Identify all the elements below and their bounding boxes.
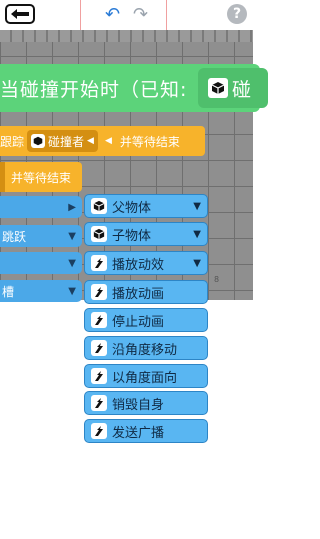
collision-event-block[interactable]: 当碰撞开始时（已知: 碰 — [0, 64, 268, 112]
arrow-left-icon — [11, 9, 29, 19]
collider-label: 碰撞者 — [48, 134, 85, 149]
menu-item-stop-animation[interactable]: 停止动画 — [84, 308, 208, 332]
wait-action-block[interactable]: 并等待结束 — [0, 162, 82, 192]
menu-item-label: 子物体 — [112, 228, 152, 244]
menu-item-parent-object[interactable]: 父物体 ▼ — [84, 194, 208, 218]
sprite-icon — [91, 395, 107, 411]
menu-item-move-at-angle[interactable]: 沿角度移动 — [84, 336, 208, 360]
help-label: ? — [232, 6, 242, 22]
caret-right-icon: ▶ — [68, 201, 76, 213]
block-notch — [0, 162, 5, 192]
blue-dropdown-block[interactable]: 跳跃 ▼ — [0, 225, 82, 247]
caret-down-icon: ▼ — [193, 228, 201, 240]
blue-dropdown-block[interactable]: ▼ — [0, 252, 82, 274]
event-object-label: 碰 — [232, 78, 252, 101]
back-button[interactable] — [5, 4, 35, 24]
menu-item-label: 父物体 — [112, 200, 152, 216]
follow-label: 跟踪 — [0, 134, 25, 149]
top-toolbar: ↶ ↷ ? — [0, 0, 253, 30]
menu-item-label: 播放动效 — [112, 257, 165, 273]
event-text: 当碰撞开始时（已知: — [0, 78, 188, 101]
collider-dropdown[interactable]: 碰撞者 ◀ — [27, 130, 98, 152]
menu-item-destroy-self[interactable]: 销毁自身 — [84, 391, 208, 415]
blue-dropdown-block[interactable]: 槽 ▼ — [0, 280, 82, 302]
caret-down-icon: ▼ — [68, 285, 76, 297]
menu-item-play-animation[interactable]: 播放动画 — [84, 280, 208, 304]
menu-item-label: 沿角度移动 — [112, 342, 178, 358]
help-button[interactable]: ? — [227, 4, 247, 24]
menu-item-label: 销毁自身 — [112, 397, 165, 413]
menu-item-label: 播放动画 — [112, 286, 165, 302]
code-workspace[interactable]: 8 当碰撞开始时（已知: 碰 跟踪 碰撞者 ◀ ◀ 并等待结束 并等待结束 ▶ — [0, 30, 268, 539]
wait-label: 并等待结束 — [11, 170, 72, 185]
cube-icon — [91, 198, 107, 214]
wait-label: 并等待结束 — [119, 134, 180, 149]
follow-action-block[interactable]: 跟踪 碰撞者 ◀ ◀ 并等待结束 — [0, 126, 205, 156]
triangle-left-icon: ◀ — [87, 136, 94, 146]
sprite-icon — [91, 255, 107, 271]
menu-item-label: 停止动画 — [112, 314, 165, 330]
menu-item-child-object[interactable]: 子物体 ▼ — [84, 222, 208, 246]
sprite-icon — [91, 284, 107, 300]
caret-down-icon: ▼ — [68, 257, 76, 269]
menu-item-play-effect[interactable]: 播放动效 ▼ — [84, 251, 208, 275]
guide-line — [80, 0, 81, 30]
guide-line — [166, 0, 167, 30]
caret-down-icon: ▼ — [193, 257, 201, 269]
undo-icon[interactable]: ↶ — [105, 6, 120, 24]
sprite-icon — [91, 312, 107, 328]
redo-icon[interactable]: ↷ — [133, 6, 148, 24]
cube-icon — [91, 226, 107, 242]
caret-down-icon: ▼ — [193, 200, 201, 212]
cube-icon — [31, 134, 46, 148]
brick-strip — [0, 30, 253, 42]
sprite-icon — [91, 340, 107, 356]
menu-item-label: 发送广播 — [112, 425, 165, 441]
grid-number: 8 — [214, 275, 220, 284]
blue-block-label: 跳跃 — [2, 229, 27, 244]
event-object-slot[interactable]: 碰 — [198, 68, 268, 108]
caret-down-icon: ▼ — [68, 230, 76, 242]
menu-item-face-angle[interactable]: 以角度面向 — [84, 364, 208, 388]
menu-item-label: 以角度面向 — [112, 370, 178, 386]
sprite-icon — [91, 423, 107, 439]
cube-icon — [208, 78, 228, 98]
blue-block-label: 槽 — [2, 284, 15, 299]
triangle-left-icon: ◀ — [104, 136, 112, 146]
menu-item-send-broadcast[interactable]: 发送广播 — [84, 419, 208, 443]
sprite-icon — [91, 368, 107, 384]
blue-dropdown-block[interactable]: ▶ — [0, 196, 82, 218]
